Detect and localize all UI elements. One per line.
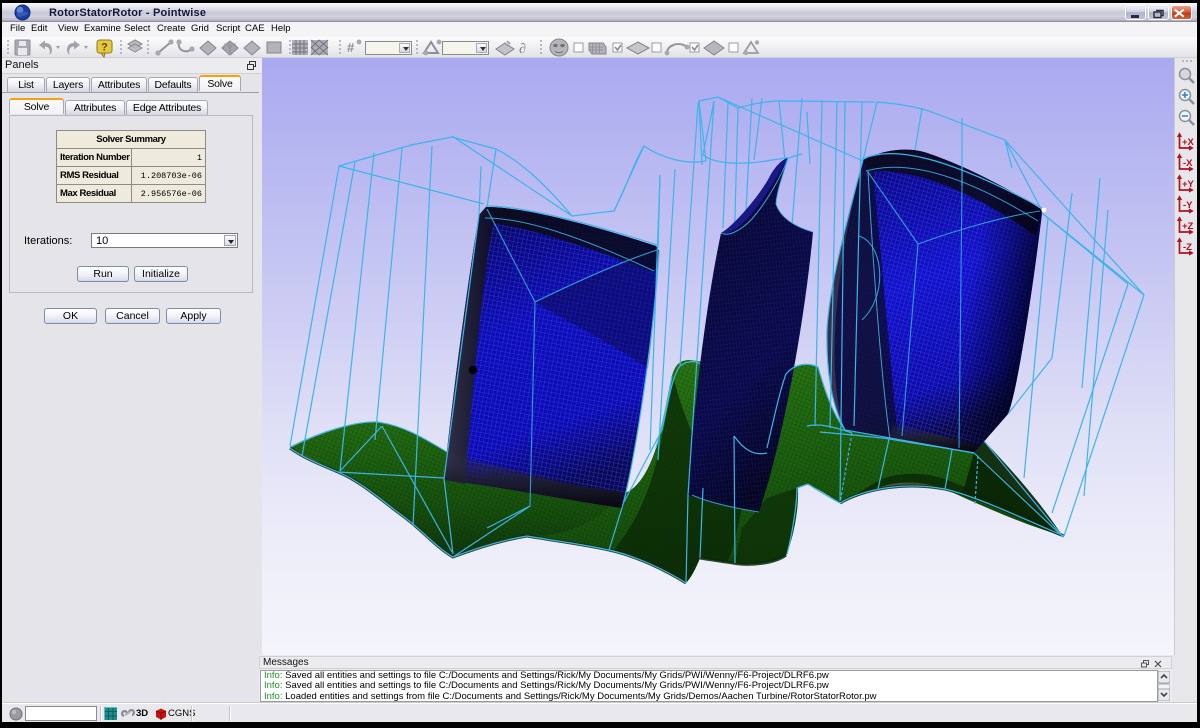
svg-text:#: #: [347, 40, 355, 55]
svg-text:-Z: -Z: [1183, 242, 1192, 253]
svg-text:?: ?: [101, 42, 108, 54]
svg-text:-X: -X: [1183, 158, 1193, 169]
svg-text:+Y: +Y: [1182, 179, 1195, 190]
svg-text:∂: ∂: [519, 42, 526, 57]
svg-text:+X: +X: [1182, 137, 1195, 148]
svg-text:+Z: +Z: [1182, 221, 1194, 232]
svg-text:-Y: -Y: [1183, 200, 1193, 211]
